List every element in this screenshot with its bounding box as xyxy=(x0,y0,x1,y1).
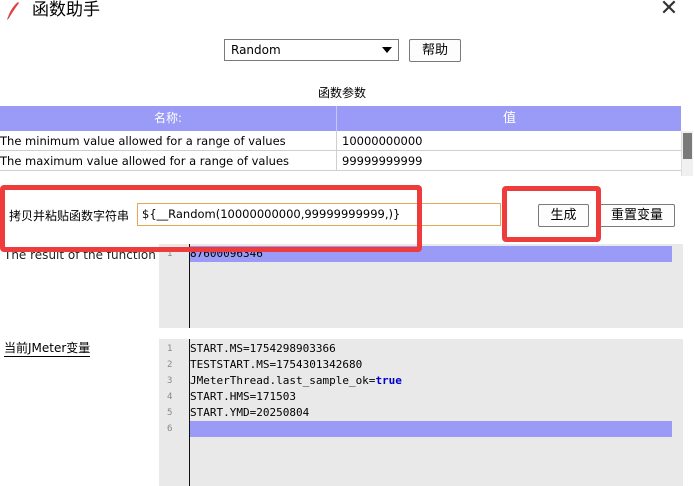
code-text: TESTSTART.MS=1754301342680 xyxy=(190,358,363,371)
close-icon[interactable]: ✕ xyxy=(656,0,682,20)
code-line: 5 START.YMD=20250804 xyxy=(159,405,683,421)
jmeter-vars-label: 当前JMeter变量 xyxy=(4,341,91,357)
code-line: 3 JMeterThread.last_sample_ok=true xyxy=(159,373,683,389)
window-title: 函数助手 xyxy=(32,0,100,20)
code-keyword: true xyxy=(375,374,402,387)
param-name-cell: The maximum value allowed for a range of… xyxy=(0,151,337,171)
table-scrollbar-thumb[interactable] xyxy=(683,133,692,159)
column-header-name[interactable]: 名称: xyxy=(0,106,337,131)
line-number: 1 xyxy=(167,344,173,354)
annotation-box-generate xyxy=(502,186,601,242)
result-text-area[interactable]: 1 87600096346 xyxy=(159,244,683,328)
chevron-down-icon xyxy=(382,47,392,53)
param-name-cell: The minimum value allowed for a range of… xyxy=(0,131,337,151)
function-select-value: Random xyxy=(231,43,281,57)
code-line: 1 START.MS=1754298903366 xyxy=(159,341,683,357)
function-select[interactable]: Random xyxy=(224,39,399,61)
params-table-header: 名称: 值 xyxy=(0,106,681,131)
help-button[interactable]: 帮助 xyxy=(409,39,461,62)
code-line: 2 TESTSTART.MS=1754301342680 xyxy=(159,357,683,373)
reset-variables-button[interactable]: 重置变量 xyxy=(599,204,675,227)
line-number: 5 xyxy=(167,408,173,418)
feather-pen-icon xyxy=(7,2,19,20)
param-value-cell[interactable]: 10000000000 xyxy=(342,131,422,151)
table-row[interactable]: The maximum value allowed for a range of… xyxy=(0,151,681,171)
code-text: JMeterThread.last_sample_ok=true xyxy=(190,373,402,389)
line-number: 3 xyxy=(167,376,173,386)
code-text: START.MS=1754298903366 xyxy=(190,342,336,355)
code-text: START.YMD=20250804 xyxy=(190,406,310,419)
param-value-cell[interactable]: 99999999999 xyxy=(342,151,422,171)
annotation-box-function-string xyxy=(0,185,422,252)
line-number: 2 xyxy=(167,360,173,370)
line-number: 6 xyxy=(167,424,173,434)
table-row[interactable]: The minimum value allowed for a range of… xyxy=(0,131,681,151)
code-line: 4 START.HMS=171503 xyxy=(159,389,683,405)
code-key: JMeterThread.last_sample_ok= xyxy=(190,374,376,387)
title-bar: 函数助手 ✕ xyxy=(0,0,694,24)
line-number: 4 xyxy=(167,392,173,402)
jmeter-vars-text-area[interactable]: 1 START.MS=1754298903366 2 TESTSTART.MS=… xyxy=(159,339,683,486)
column-header-value[interactable]: 值 xyxy=(338,106,681,131)
code-text: START.HMS=171503 xyxy=(190,390,296,403)
code-line: 6 xyxy=(159,421,683,437)
params-title: 函数参数 xyxy=(318,86,367,100)
